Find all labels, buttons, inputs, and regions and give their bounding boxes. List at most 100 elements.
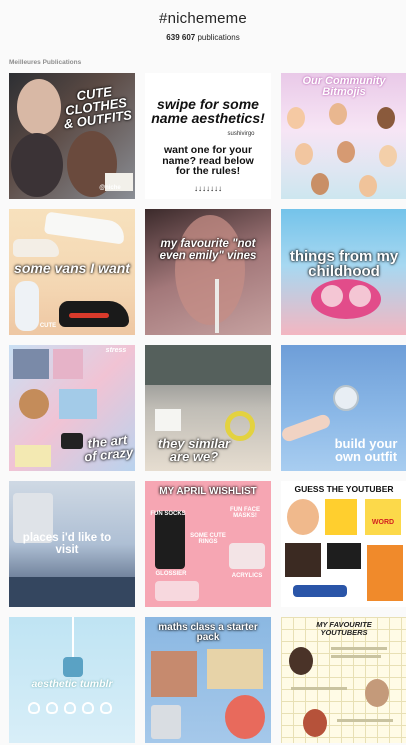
photo-sticker — [59, 389, 97, 419]
bitmoji-image — [329, 103, 347, 125]
socks-image — [155, 511, 185, 569]
photo-sticker — [13, 349, 49, 379]
bitmoji-image — [287, 499, 319, 535]
hashtag-page: #nichememe 639 607 publications Meilleur… — [0, 0, 406, 745]
post-tile-3[interactable]: Our Community Bitmojis — [281, 73, 406, 199]
text-line — [331, 647, 387, 650]
sneaker-image — [13, 239, 59, 257]
calculator-image — [151, 705, 181, 739]
bitmoji-image — [311, 173, 329, 195]
post-tile-10[interactable]: places i'd like to visit — [9, 481, 135, 607]
wishlist-item: FUN SOCKS — [150, 511, 186, 517]
post-tile-14[interactable]: maths class a starter pack — [145, 617, 271, 743]
portrait-image — [151, 651, 197, 697]
top-posts-label: Meilleures Publications — [9, 59, 82, 66]
tile-caption: aesthetic tumblr — [31, 678, 113, 690]
tile-caption: they similar are we? — [157, 436, 231, 464]
text-line — [291, 687, 347, 690]
tile-title: Our Community Bitmojis — [302, 75, 386, 98]
ski-lift-cable — [72, 617, 74, 657]
text-line — [331, 655, 381, 658]
tile-title: GUESS THE YOUTUBER — [294, 484, 394, 494]
camera-image — [61, 433, 83, 449]
post-count-suffix: publications — [195, 33, 240, 42]
bitmoji-image — [295, 143, 313, 165]
post-tile-7[interactable]: stress the art of crazy — [9, 345, 135, 471]
post-tile-4[interactable]: some vans I want CUTE — [9, 209, 135, 335]
ring-image — [333, 385, 359, 411]
joggers-image — [367, 545, 403, 601]
sneaker-image — [43, 211, 127, 245]
down-arrows: ↓↓↓↓↓↓↓ — [194, 184, 222, 193]
post-tile-1[interactable]: CUTE CLOTHES & OUTFITS @niche — [9, 73, 135, 199]
hearts-row — [25, 701, 119, 715]
word-sticker — [365, 499, 401, 535]
wishlist-item: FUN FACE MASKS! — [230, 507, 260, 519]
goggle-lens — [349, 285, 371, 307]
bottle-image — [293, 585, 347, 597]
face-image — [225, 695, 265, 739]
ski-lift-image — [63, 657, 83, 677]
tile-body: want one for your name? read below for t… — [162, 144, 254, 177]
tile-caption: my favourite "not even emily" vines — [159, 238, 257, 262]
post-tile-15[interactable]: MY FAVOURITE YOUTUBERS — [281, 617, 406, 743]
hashtag-header: #nichememe 639 607 publications — [0, 0, 406, 52]
wishlist-item: SOME CUTE RINGS — [190, 533, 226, 545]
photo-sticker — [53, 349, 83, 379]
post-tile-2[interactable]: swipe for some name aesthetics! sushivir… — [145, 73, 271, 199]
tile-subcaption: CUTE — [39, 323, 57, 329]
post-tile-12[interactable]: GUESS THE YOUTUBER WORD — [281, 481, 406, 607]
tile-title: maths class a starter pack — [158, 622, 258, 643]
glossier-image — [155, 581, 199, 601]
bitmoji-image — [287, 107, 305, 129]
post-tile-8[interactable]: they similar are we? — [145, 345, 271, 471]
youtuber-photo — [365, 679, 389, 707]
hand-image — [281, 412, 332, 444]
post-count: 639 607 publications — [0, 33, 406, 42]
dog-image — [19, 389, 49, 419]
tile-caption: the art of crazy — [83, 432, 134, 465]
post-tile-5[interactable]: my favourite "not even emily" vines — [145, 209, 271, 335]
bitmoji-image — [359, 175, 377, 197]
post-tile-11[interactable]: MY APRIL WISHLIST FUN SOCKS FUN FACE MAS… — [145, 481, 271, 607]
top-image — [327, 543, 361, 569]
lollipop-stick — [215, 279, 219, 333]
tile-caption: build your own outfit — [334, 436, 398, 464]
tile-caption: things from my childhood — [289, 248, 399, 280]
post-grid: CUTE CLOTHES & OUTFITS @niche swipe for … — [9, 73, 406, 745]
hashtag-title: #nichememe — [159, 10, 247, 27]
post-tile-6[interactable]: things from my childhood — [281, 209, 406, 335]
plants-image — [145, 345, 271, 385]
bitmoji-image — [337, 141, 355, 163]
tile-handle: sushivirgo — [227, 131, 255, 137]
youtuber-photo — [289, 647, 313, 675]
wishlist-item: GLOSSIER — [155, 571, 187, 577]
text-line — [337, 719, 393, 722]
post-tile-13[interactable]: aesthetic tumblr — [9, 617, 135, 743]
sneaker-stripe — [69, 313, 109, 318]
jeans-image — [9, 577, 135, 607]
mug-image — [155, 409, 181, 431]
phone-case-image — [325, 499, 357, 535]
tile-title: MY FAVOURITE YOUTUBERS — [316, 620, 372, 637]
tile-credit: @niche — [99, 185, 121, 191]
bitmoji-image — [377, 107, 395, 129]
tile-caption: some vans I want — [14, 260, 130, 276]
post-tile-9[interactable]: build your own outfit — [281, 345, 406, 471]
tile-subcaption: stress — [105, 347, 127, 354]
photo-sticker — [15, 445, 51, 467]
portrait-image — [11, 133, 63, 197]
tile-title: swipe for some name aesthetics! — [151, 96, 265, 126]
tile-caption: CUTE CLOTHES & OUTFITS — [62, 83, 133, 132]
wishlist-item: ACRYLICS — [231, 573, 263, 579]
bitmoji-image — [379, 145, 397, 167]
portrait-image — [17, 79, 61, 135]
sticker-word: WORD — [371, 519, 395, 526]
face-image — [175, 215, 245, 325]
goggle-lens — [321, 285, 343, 307]
tile-title: MY APRIL WISHLIST — [159, 486, 257, 497]
youtuber-photo — [303, 709, 327, 737]
tile-caption: places i'd like to visit — [22, 532, 112, 556]
hair-image — [285, 543, 321, 577]
post-count-number: 639 607 — [166, 33, 196, 42]
